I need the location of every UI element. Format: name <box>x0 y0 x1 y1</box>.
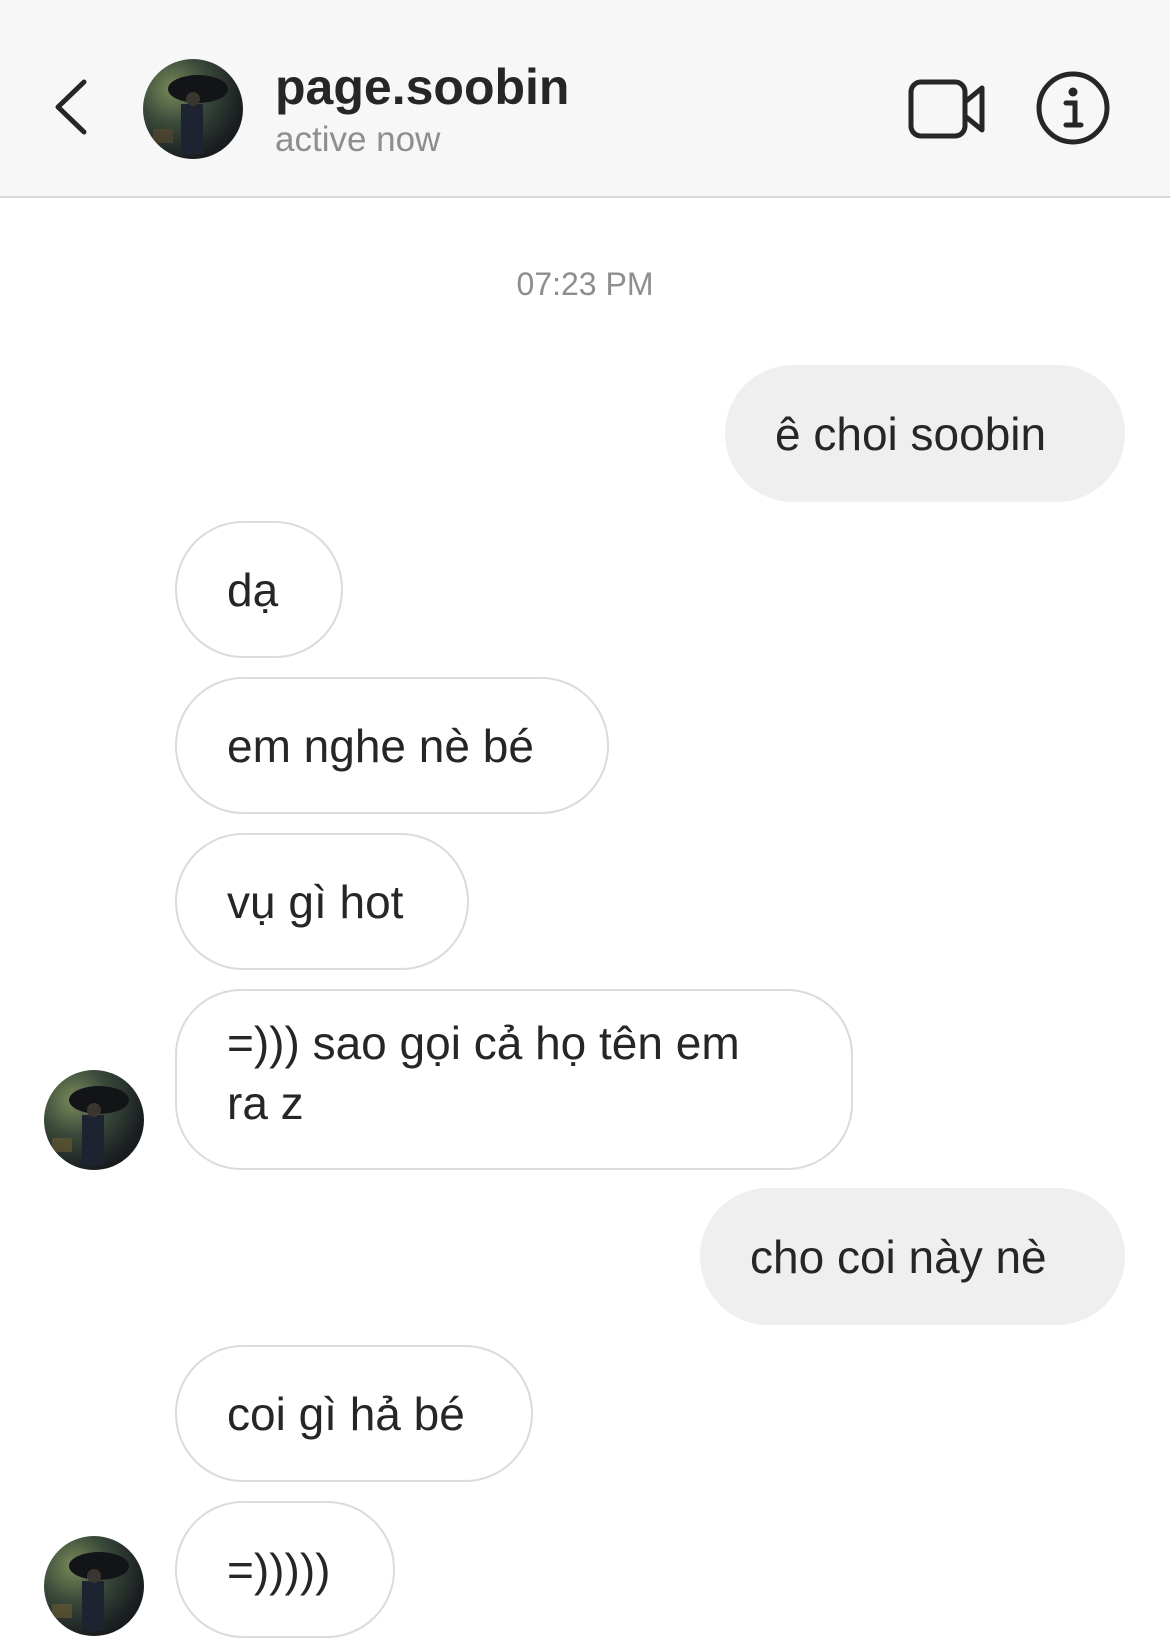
message-text: coi gì hả bé <box>227 1387 465 1440</box>
message-text: cho coi này nè <box>750 1230 1047 1283</box>
info-icon[interactable] <box>1035 70 1111 146</box>
chat-header: page.soobin active now <box>0 0 1170 198</box>
message-text: vụ gì hot <box>227 875 404 928</box>
received-message-bubble[interactable]: coi gì hả bé <box>175 1345 533 1482</box>
chevron-left-icon[interactable] <box>48 72 98 142</box>
avatar[interactable] <box>143 59 243 159</box>
avatar[interactable] <box>44 1536 144 1636</box>
message-text: ê choi soobin <box>775 407 1047 460</box>
message-text: dạ <box>227 563 279 616</box>
received-message-bubble[interactable]: =))) sao gọi cả họ tên em ra z <box>175 989 853 1170</box>
received-message-bubble[interactable]: em nghe nè bé <box>175 677 609 814</box>
sent-message-bubble[interactable]: cho coi này nè <box>700 1188 1125 1325</box>
received-message-bubble[interactable]: vụ gì hot <box>175 833 469 970</box>
video-camera-icon[interactable] <box>908 78 988 140</box>
message-text: ra z <box>227 1077 304 1129</box>
message-text: =))))) <box>227 1543 331 1596</box>
message-text: em nghe nè bé <box>227 719 534 772</box>
avatar[interactable] <box>44 1070 144 1170</box>
sent-message-bubble[interactable]: ê choi soobin <box>725 365 1125 502</box>
message-text: =))) sao gọi cả họ tên em <box>227 1017 740 1069</box>
contact-username[interactable]: page.soobin <box>275 58 569 116</box>
message-timestamp: 07:23 PM <box>516 266 654 302</box>
received-message-bubble[interactable]: dạ <box>175 521 343 658</box>
received-message-bubble[interactable]: =))))) <box>175 1501 395 1638</box>
active-status: active now <box>275 120 441 159</box>
